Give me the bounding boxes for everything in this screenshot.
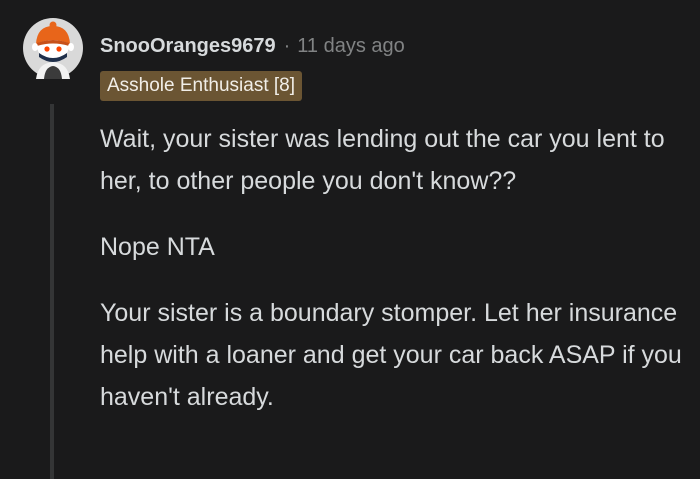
comment-header: SnooOranges9679 · 11 days ago: [100, 31, 405, 61]
thread-collapse-line[interactable]: [50, 104, 54, 479]
comment-paragraph: Your sister is a boundary stomper. Let h…: [100, 299, 682, 411]
meta-separator: ·: [283, 34, 291, 57]
comment-paragraph: Wait, your sister was lending out the ca…: [100, 125, 665, 195]
comment-body: Wait, your sister was lending out the ca…: [100, 118, 690, 442]
user-flair-badge: Asshole Enthusiast [8]: [100, 71, 302, 101]
comment: SnooOranges9679 · 11 days ago Asshole En…: [0, 0, 700, 479]
timestamp-link[interactable]: 11 days ago: [297, 35, 405, 58]
username-link[interactable]: SnooOranges9679: [100, 35, 276, 58]
snoo-avatar-icon[interactable]: [22, 17, 84, 79]
comment-paragraph: Nope NTA: [100, 233, 215, 261]
